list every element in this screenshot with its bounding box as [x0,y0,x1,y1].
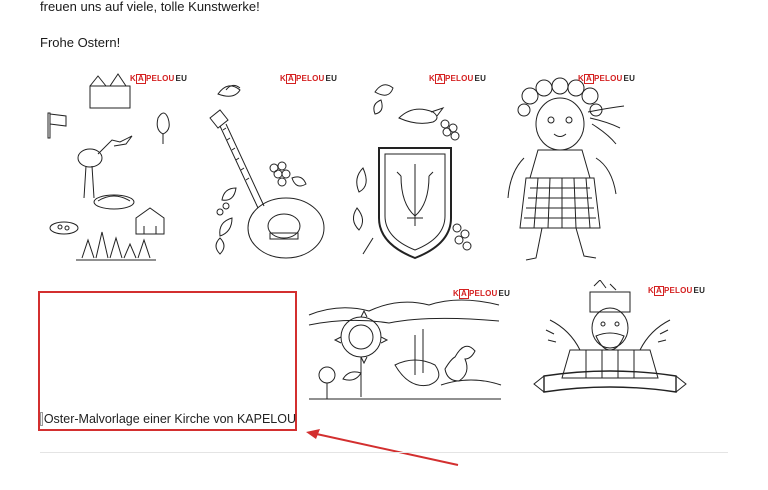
kapelou-logo: K A PELOUEU [429,74,487,84]
broken-image-church[interactable]: Oster-Malvorlage einer Kirche von KAPELO… [40,412,296,426]
annotation-arrow-icon [306,429,459,466]
girl-in-wreath-coloring-icon [507,77,625,261]
stork-and-church-coloring-icon [47,73,170,261]
kapelou-logo: K A PELOUEU [648,286,706,296]
coloring-page-coat-of-arms[interactable]: K A PELOUEU [345,68,487,268]
coloring-page-cossack[interactable]: K A PELOUEU [530,280,705,405]
cossack-banner-coloring-icon [533,280,687,393]
coloring-page-stork[interactable]: K A PELOUEU [40,68,187,268]
coloring-page-bandura[interactable]: K A PELOUEU [196,68,338,268]
trident-coat-of-arms-coloring-icon [353,84,472,260]
greeting-text: Frohe Ostern! [40,35,121,50]
highlight-frame [38,291,297,431]
kapelou-logo: K A PELOUEU [280,74,338,84]
intro-text: freuen uns auf viele, tolle Kunstwerke! [40,0,260,14]
coloring-page-sunflower-landscape[interactable]: K A PELOUEU [305,285,510,405]
bandura-instrument-coloring-icon [209,84,325,259]
kapelou-logo: K A PELOUEU [578,74,636,84]
kapelou-logo: K A PELOUEU [130,74,188,84]
broken-image-icon [40,412,43,426]
coloring-page-girl-wreath[interactable]: K A PELOUEU [490,68,635,268]
sunflower-landscape-coloring-icon [308,299,502,400]
content-divider [40,452,728,453]
kapelou-logo: K A PELOUEU [453,289,511,299]
image-alt-text: Oster-Malvorlage einer Kirche von KAPELO… [43,412,296,426]
